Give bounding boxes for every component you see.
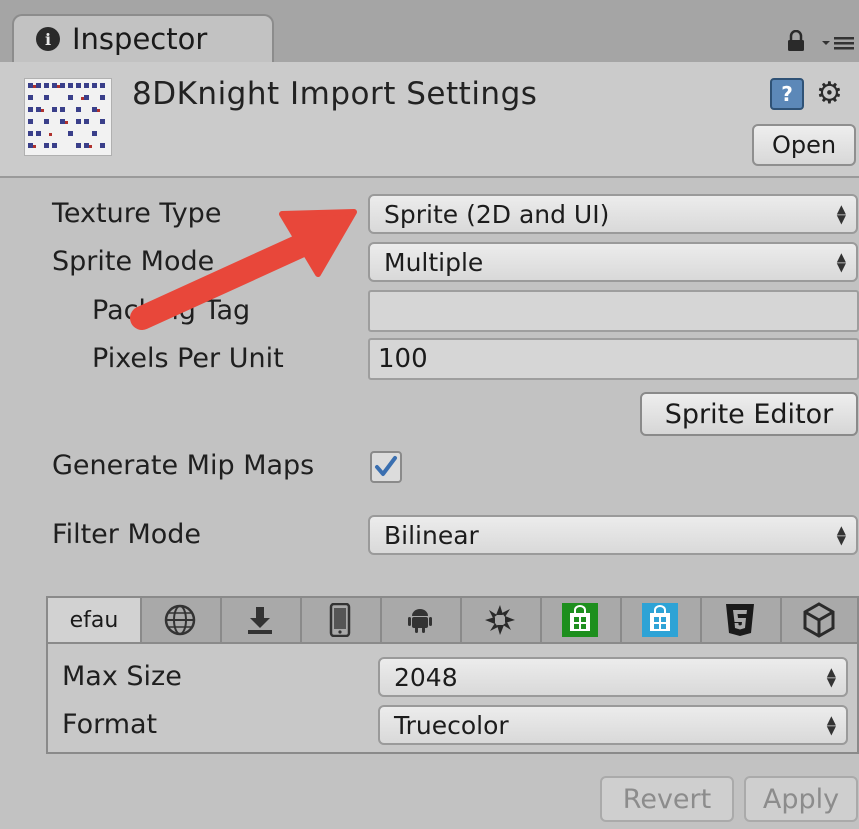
filter-mode-label: Filter Mode [52,519,202,550]
generate-mip-maps-label: Generate Mip Maps [52,450,315,481]
download-icon [248,607,272,634]
unity-cube-icon [803,602,834,638]
open-button[interactable]: Open [752,124,856,166]
generate-mip-maps-checkbox[interactable] [370,451,402,483]
tab-ios[interactable] [300,598,382,642]
tab-blackberry[interactable] [460,598,542,642]
pixels-per-unit-input[interactable]: 100 [368,338,859,380]
max-size-dropdown[interactable]: 2048 ▲ ▼ [378,657,848,697]
tab-windows-phone[interactable] [620,598,702,642]
tab-standalone[interactable] [140,598,222,642]
max-size-value: 2048 [394,662,458,692]
context-menu-icon[interactable] [820,34,856,52]
gear-icon[interactable]: ⚙ [816,74,856,114]
tab-default[interactable]: efau [48,598,142,642]
tab-windows-store[interactable] [540,598,622,642]
info-icon: i [36,27,60,51]
tab-webgl[interactable] [700,598,782,642]
dropdown-arrows-icon: ▲ ▼ [826,713,836,737]
tab-title: Inspector [72,22,208,56]
packing-tag-input[interactable] [368,290,859,332]
packing-tag-label: Packing Tag [92,295,251,326]
max-size-label: Max Size [62,661,182,692]
texture-thumbnail [24,78,112,156]
pixels-per-unit-label: Pixels Per Unit [92,343,284,374]
format-value: Truecolor [394,710,509,740]
filter-mode-value: Bilinear [384,520,479,550]
lock-icon[interactable] [786,30,806,52]
sprite-mode-dropdown[interactable]: Multiple ▲ ▼ [368,242,858,282]
windows-store-blue-icon [642,603,678,637]
tab-android[interactable] [380,598,462,642]
texture-type-dropdown[interactable]: Sprite (2D and UI) ▲ ▼ [368,194,858,234]
revert-button[interactable]: Revert [600,776,734,822]
filter-mode-dropdown[interactable]: Bilinear ▲ ▼ [368,515,858,555]
html5-icon [726,604,754,636]
dropdown-arrows-icon: ▲ ▼ [836,523,846,547]
format-label: Format [62,709,158,740]
android-icon [408,609,432,633]
sprite-editor-button[interactable]: Sprite Editor [640,392,858,436]
dropdown-arrows-icon: ▲ ▼ [836,202,846,226]
dropdown-arrows-icon: ▲ ▼ [836,250,846,274]
tab-other[interactable] [780,598,857,642]
windows-store-green-icon [562,603,598,637]
texture-type-label: Texture Type [52,198,222,229]
sprite-mode-label: Sprite Mode [52,246,215,277]
sprite-mode-value: Multiple [384,247,484,277]
blackberry-icon [485,605,515,635]
dropdown-arrows-icon: ▲ ▼ [826,665,836,689]
platform-tabs: efau [46,596,859,644]
phone-icon [329,603,351,637]
tab-web[interactable] [220,598,302,642]
apply-button[interactable]: Apply [744,776,858,822]
texture-type-value: Sprite (2D and UI) [384,199,610,229]
asset-title: 8DKnight Import Settings [132,76,538,112]
tab-default-label: efau [69,607,119,633]
globe-icon [164,604,196,636]
help-book-icon[interactable]: ? [770,78,804,110]
checkmark-icon [375,456,397,476]
format-dropdown[interactable]: Truecolor ▲ ▼ [378,705,848,745]
